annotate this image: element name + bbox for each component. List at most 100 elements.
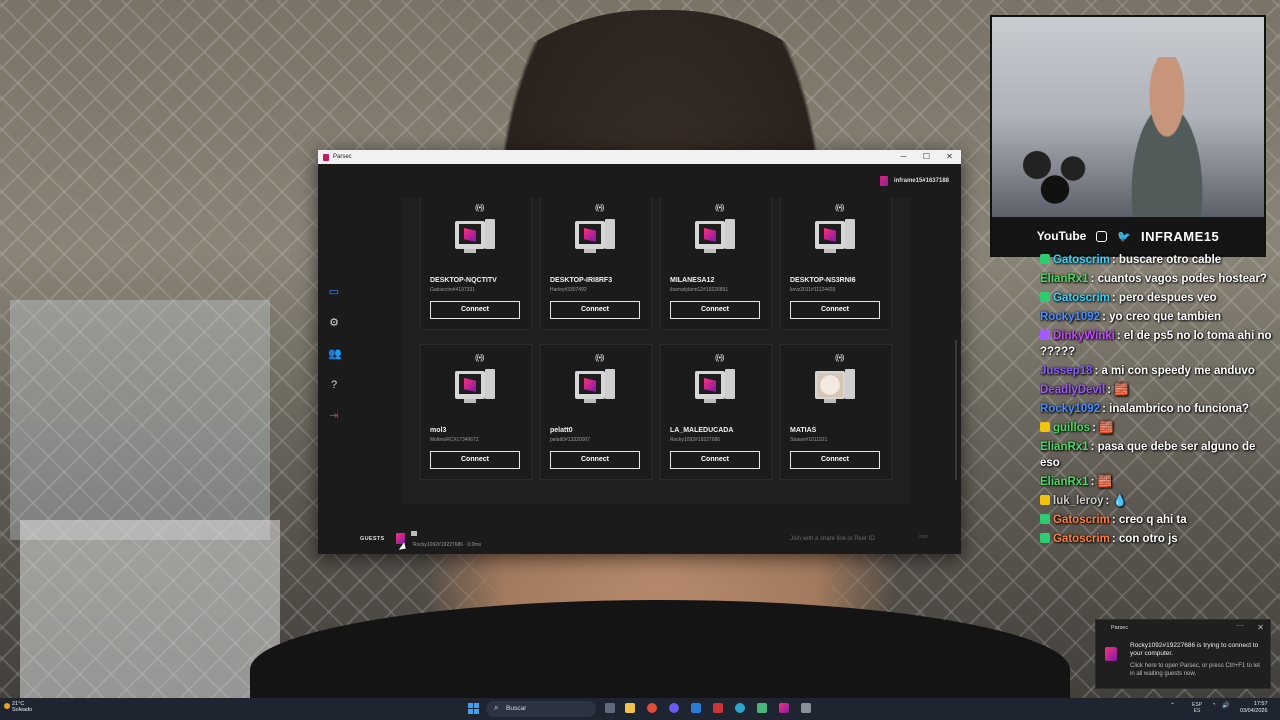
chat-username[interactable]: Gatoscrim: [1053, 292, 1110, 304]
logout-icon[interactable]: ⇥: [328, 410, 340, 422]
chat-badge-icon: [1040, 495, 1050, 505]
chat-badge-icon: [1040, 533, 1050, 543]
wifi-icon[interactable]: ◔: [1212, 702, 1216, 708]
chat-username[interactable]: Gatoscrim: [1053, 514, 1110, 526]
weather-widget[interactable]: 21°C Soleado: [12, 701, 32, 713]
chat-username[interactable]: Gatoscrim: [1053, 533, 1110, 545]
notification-hint: Click here to open Parsec, or press Ctrl…: [1130, 663, 1260, 677]
chat-username[interactable]: guillos: [1053, 422, 1090, 434]
close-button[interactable]: ✕: [938, 150, 961, 164]
parsec-logo-icon: [464, 228, 476, 242]
chat-username[interactable]: DinkyWinki: [1053, 330, 1115, 342]
monitor-icon: [575, 371, 605, 399]
clock[interactable]: 17:57 03/04/2026: [1240, 701, 1268, 715]
webcam-feed: [992, 17, 1264, 217]
connect-button[interactable]: Connect: [430, 451, 520, 469]
chat-message: Gatoscrim: buscare otro cable: [1040, 252, 1276, 268]
connect-button[interactable]: Connect: [790, 451, 880, 469]
chat-message: Rocky1092: yo creo que tambien: [1040, 309, 1276, 325]
task-view-icon[interactable]: [605, 703, 615, 713]
computer-card: ((•)) MATIAS Strawn#1011521 Connect: [780, 344, 892, 480]
monitor-stand: [704, 249, 716, 253]
monitor-stand: [464, 399, 476, 403]
app-green-icon[interactable]: [757, 703, 767, 713]
chat-username[interactable]: Jussep18: [1040, 365, 1092, 377]
chat-panel: Gatoscrim: buscare otro cable ElianRx1: c…: [1040, 252, 1276, 562]
chat-username[interactable]: Gatoscrim: [1053, 254, 1110, 266]
guests-label: GUESTS: [360, 536, 385, 542]
computer-owner: Harley#3307492: [550, 287, 587, 293]
chat-username[interactable]: Rocky1092: [1040, 311, 1100, 323]
chat-username[interactable]: ElianRx1: [1040, 273, 1089, 285]
chat-badge-icon: [1040, 514, 1050, 524]
pc-tower-icon: [605, 369, 615, 399]
chat-username[interactable]: Rocky1092: [1040, 403, 1100, 415]
computer-name: mol3: [430, 427, 447, 434]
edge-icon[interactable]: [735, 703, 745, 713]
computer-name: DESKTOP-NQCTITV: [430, 277, 497, 284]
chrome-icon[interactable]: [647, 703, 657, 713]
chat-message: Jussep18: a mi con speedy me anduvo: [1040, 363, 1276, 379]
monitor-stand: [704, 399, 716, 403]
notification-close-icon[interactable]: ✕: [1257, 623, 1264, 632]
computers-icon[interactable]: ▭: [328, 286, 340, 298]
instagram-icon: [1096, 230, 1108, 242]
account-id[interactable]: inframe15#1637188: [894, 178, 949, 184]
connect-button[interactable]: Connect: [670, 301, 760, 319]
friends-icon[interactable]: 👥: [328, 348, 342, 360]
connect-button[interactable]: Connect: [670, 451, 760, 469]
maximize-button[interactable]: ☐: [915, 150, 938, 164]
minimize-button[interactable]: ─: [892, 150, 915, 164]
account-avatar-icon[interactable]: [879, 176, 888, 186]
chat-message: guillos: 🧱: [1040, 420, 1276, 436]
chat-username[interactable]: ElianRx1: [1040, 441, 1089, 453]
computer-card: ((•)) LA_MALEDUCADA Rocky1092#19227686 Conn…: [660, 344, 772, 480]
connect-button[interactable]: Connect: [430, 301, 520, 319]
parsec-logo-icon: [704, 378, 716, 392]
chat-username[interactable]: ElianRx1: [1040, 476, 1089, 488]
clock-time: 17:57: [1253, 701, 1268, 707]
chat-username[interactable]: DeadlyDevil: [1040, 384, 1105, 396]
computer-name: pelatt0: [550, 427, 573, 434]
tray-chevron-icon[interactable]: ⌃: [1170, 702, 1175, 709]
guest-tooltip: Rocky1092#19227686 · 0.0ms: [413, 542, 482, 548]
search-placeholder: Buscar: [506, 705, 527, 712]
parsec-logo-icon: [1105, 647, 1117, 661]
parsec-notification[interactable]: Parsec ··· ✕ Rocky1092#19227686 is tryin…: [1095, 619, 1271, 689]
computer-owner: Gatoscrim#4197331: [430, 287, 476, 293]
search-icon: ⌕: [494, 703, 499, 712]
app-red-icon[interactable]: [713, 703, 723, 713]
scrollbar[interactable]: [955, 340, 957, 480]
connect-button[interactable]: Connect: [790, 301, 880, 319]
connect-button[interactable]: Connect: [550, 301, 640, 319]
app-gray-icon[interactable]: [801, 703, 811, 713]
help-icon[interactable]: ?: [328, 379, 340, 391]
file-explorer-icon[interactable]: [625, 703, 635, 713]
more-icon[interactable]: ···: [1236, 621, 1244, 630]
connect-button[interactable]: Connect: [550, 451, 640, 469]
language-indicator[interactable]: ESP ES: [1192, 702, 1202, 714]
chat-username[interactable]: luk_leroy: [1053, 495, 1104, 507]
join-button[interactable]: Join: [918, 534, 928, 540]
drum-kit: [1010, 137, 1100, 207]
parsec-taskbar-icon[interactable]: [779, 703, 789, 713]
chat-badge-icon: [1040, 330, 1050, 340]
taskbar-search[interactable]: ⌕ Buscar: [486, 701, 596, 717]
settings-gear-icon[interactable]: ⚙: [328, 317, 340, 329]
chat-message: ElianRx1: cuantos vagos podes hostear?: [1040, 271, 1276, 287]
pc-tower-icon: [605, 219, 615, 249]
steam-icon[interactable]: [691, 703, 701, 713]
join-input[interactable]: Join with a share link or Peer ID: [790, 536, 875, 542]
bottom-bar: GUESTS Rocky1092#19227686 · 0.0ms Join w…: [318, 528, 961, 554]
pc-tower-icon: [845, 369, 855, 399]
host-online-icon: ((•)): [475, 353, 485, 362]
volume-icon[interactable]: 🔊: [1222, 702, 1229, 709]
obs-icon[interactable]: [669, 703, 679, 713]
weather-sun-icon: [4, 703, 10, 709]
webcam-person: [1112, 57, 1222, 217]
chat-message: Gatoscrim: creo q ahi ta: [1040, 512, 1276, 528]
windows-start-icon[interactable]: [468, 703, 479, 714]
monitor-icon: [455, 221, 485, 249]
chat-message: DeadlyDevil: 🧱: [1040, 382, 1276, 398]
chat-text: : con otro js: [1111, 533, 1178, 545]
